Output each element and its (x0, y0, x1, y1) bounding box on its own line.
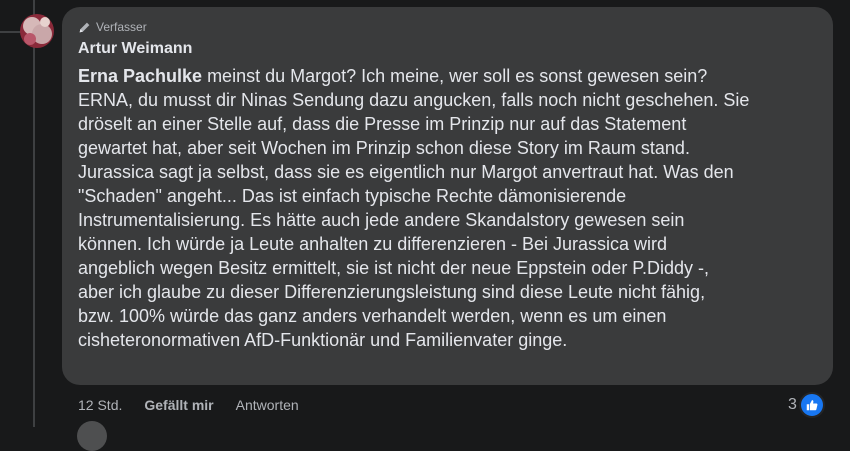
comment-body: meinst du Margot? Ich meine, wer soll es… (78, 66, 750, 350)
comment-author[interactable]: Artur Weimann (78, 40, 192, 58)
comment-actions: 12 Std. Gefällt mir Antworten (78, 396, 299, 414)
next-comment-avatar[interactable] (77, 421, 107, 451)
reaction-summary[interactable]: 3 (788, 392, 825, 418)
author-badge-label: Verfasser (96, 20, 147, 34)
comment-bubble: Verfasser Artur Weimann Erna Pachulke me… (62, 7, 833, 385)
thread-line-vertical (33, 0, 35, 427)
thread-line-horizontal (0, 31, 22, 33)
reaction-count: 3 (788, 396, 797, 413)
comment-timestamp[interactable]: 12 Std. (78, 397, 122, 413)
avatar-image (20, 14, 54, 48)
author-badge: Verfasser (78, 19, 147, 35)
reply-button[interactable]: Antworten (236, 397, 299, 413)
thumbs-up-icon (798, 392, 825, 418)
pencil-icon (79, 22, 90, 32)
mention-link[interactable]: Erna Pachulke (78, 66, 202, 86)
avatar[interactable] (20, 14, 54, 48)
comment-text: Erna Pachulke meinst du Margot? Ich mein… (78, 64, 798, 352)
like-button[interactable]: Gefällt mir (144, 397, 213, 413)
